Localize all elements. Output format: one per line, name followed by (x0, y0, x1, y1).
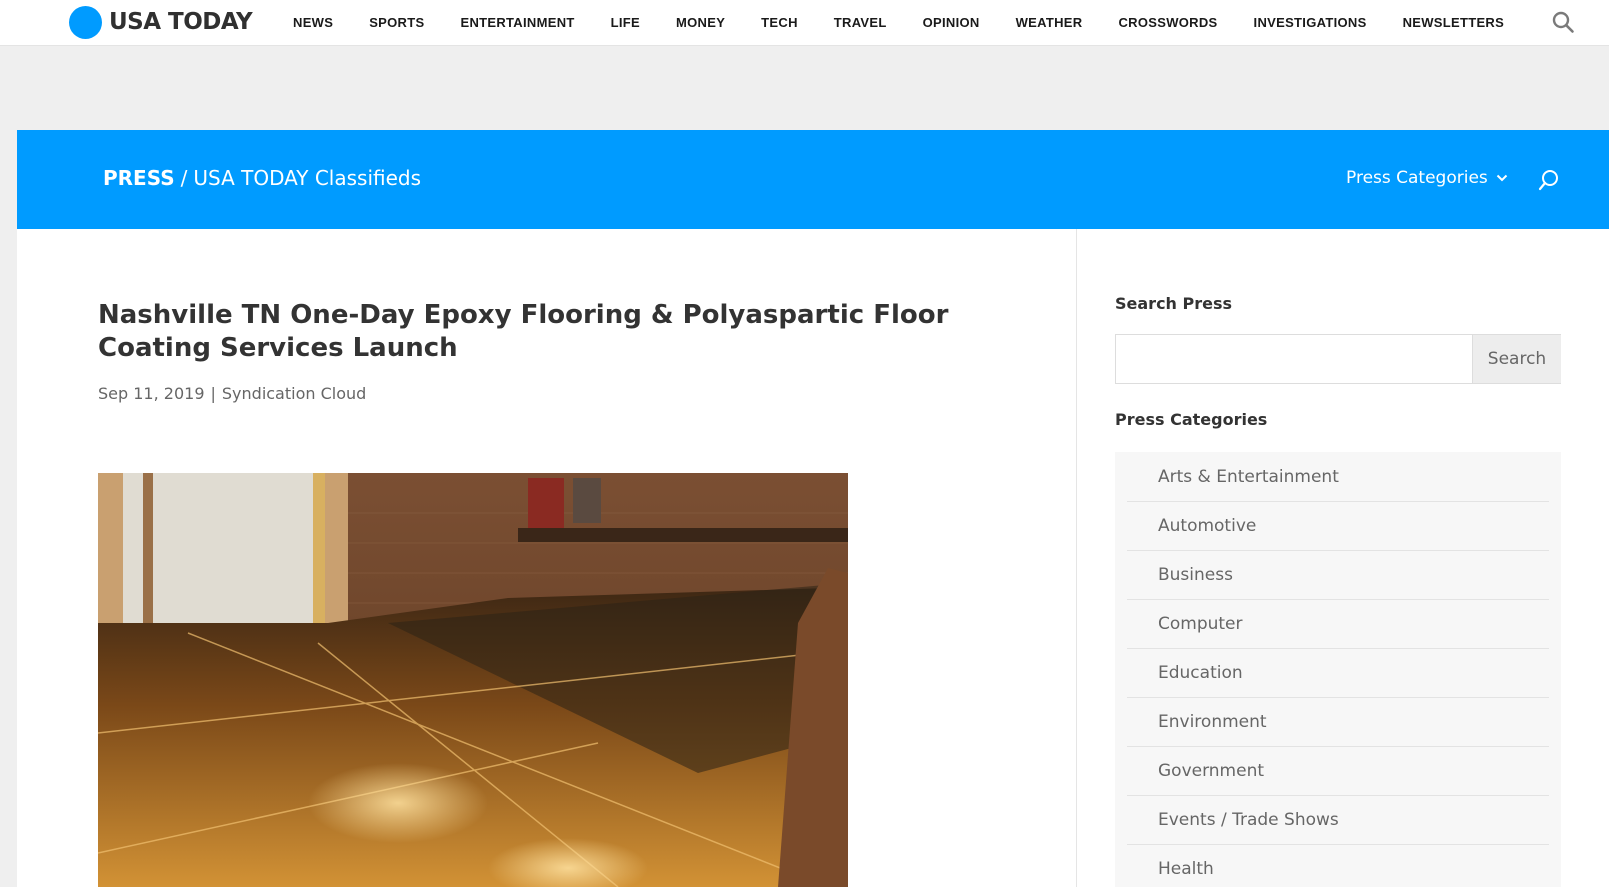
category-item[interactable]: Education (1127, 648, 1549, 698)
chevron-down-icon (1496, 174, 1507, 182)
banner-search-icon[interactable] (1537, 168, 1561, 192)
nav-link-weather[interactable]: WEATHER (1016, 15, 1083, 30)
nav-links: NEWS SPORTS ENTERTAINMENT LIFE MONEY TECH TRAV… (293, 0, 1540, 44)
nav-link-money[interactable]: MONEY (676, 15, 725, 30)
meta-separator: | (210, 384, 216, 403)
category-item[interactable]: Arts & Entertainment (1127, 452, 1549, 502)
breadcrumb-separator: / (180, 166, 188, 190)
press-banner: PRESS / USA TODAY Classifieds Press Catego… (17, 130, 1609, 229)
category-item[interactable]: Business (1127, 550, 1549, 600)
search-icon[interactable] (1551, 10, 1575, 34)
nav-link-life[interactable]: LIFE (611, 15, 640, 30)
press-categories-label: Press Categories (1346, 168, 1488, 188)
breadcrumb: PRESS / USA TODAY Classifieds (103, 166, 421, 190)
nav-link-crosswords[interactable]: CROSSWORDS (1118, 15, 1217, 30)
top-navigation: USA TODAY NEWS SPORTS ENTERTAINMENT LIFE MON… (0, 0, 1609, 46)
article-date: Sep 11, 2019 (98, 384, 205, 403)
search-press-button[interactable]: Search (1472, 335, 1561, 383)
category-item[interactable]: Events / Trade Shows (1127, 795, 1549, 845)
category-item[interactable]: Automotive (1127, 501, 1549, 551)
logo-text: USA TODAY (109, 9, 253, 35)
nav-link-opinion[interactable]: OPINION (923, 15, 980, 30)
nav-link-newsletters[interactable]: NEWSLETTERS (1403, 15, 1505, 30)
sidebar-divider (1076, 229, 1077, 887)
nav-link-tech[interactable]: TECH (761, 15, 798, 30)
content-area: Nashville TN One-Day Epoxy Flooring & Po… (17, 229, 1609, 887)
article-meta: Sep 11, 2019 | Syndication Cloud (98, 384, 366, 403)
breadcrumb-press-link[interactable]: PRESS (103, 166, 175, 190)
nav-link-entertainment[interactable]: ENTERTAINMENT (460, 15, 574, 30)
press-categories-list: Arts & Entertainment Automotive Business Co… (1115, 452, 1561, 887)
nav-link-travel[interactable]: TRAVEL (834, 15, 887, 30)
usa-today-logo[interactable]: USA TODAY (69, 5, 253, 39)
article-author-link[interactable]: Syndication Cloud (222, 384, 366, 403)
category-item[interactable]: Environment (1127, 697, 1549, 747)
category-item[interactable]: Government (1127, 746, 1549, 796)
article-hero-image (98, 473, 848, 887)
logo-circle-icon (69, 5, 102, 39)
nav-link-news[interactable]: NEWS (293, 15, 333, 30)
category-item[interactable]: Computer (1127, 599, 1549, 649)
press-categories-heading: Press Categories (1115, 410, 1268, 429)
article-title: Nashville TN One-Day Epoxy Flooring & Po… (98, 300, 949, 363)
nav-link-sports[interactable]: SPORTS (369, 15, 424, 30)
nav-link-investigations[interactable]: INVESTIGATIONS (1254, 15, 1367, 30)
search-press-heading: Search Press (1115, 294, 1233, 313)
search-press-form: Search (1115, 334, 1561, 384)
category-item[interactable]: Health (1127, 844, 1549, 887)
search-press-input[interactable] (1116, 335, 1472, 383)
breadcrumb-current[interactable]: USA TODAY Classifieds (193, 166, 421, 190)
press-categories-menu[interactable]: Press Categories (1346, 168, 1508, 188)
